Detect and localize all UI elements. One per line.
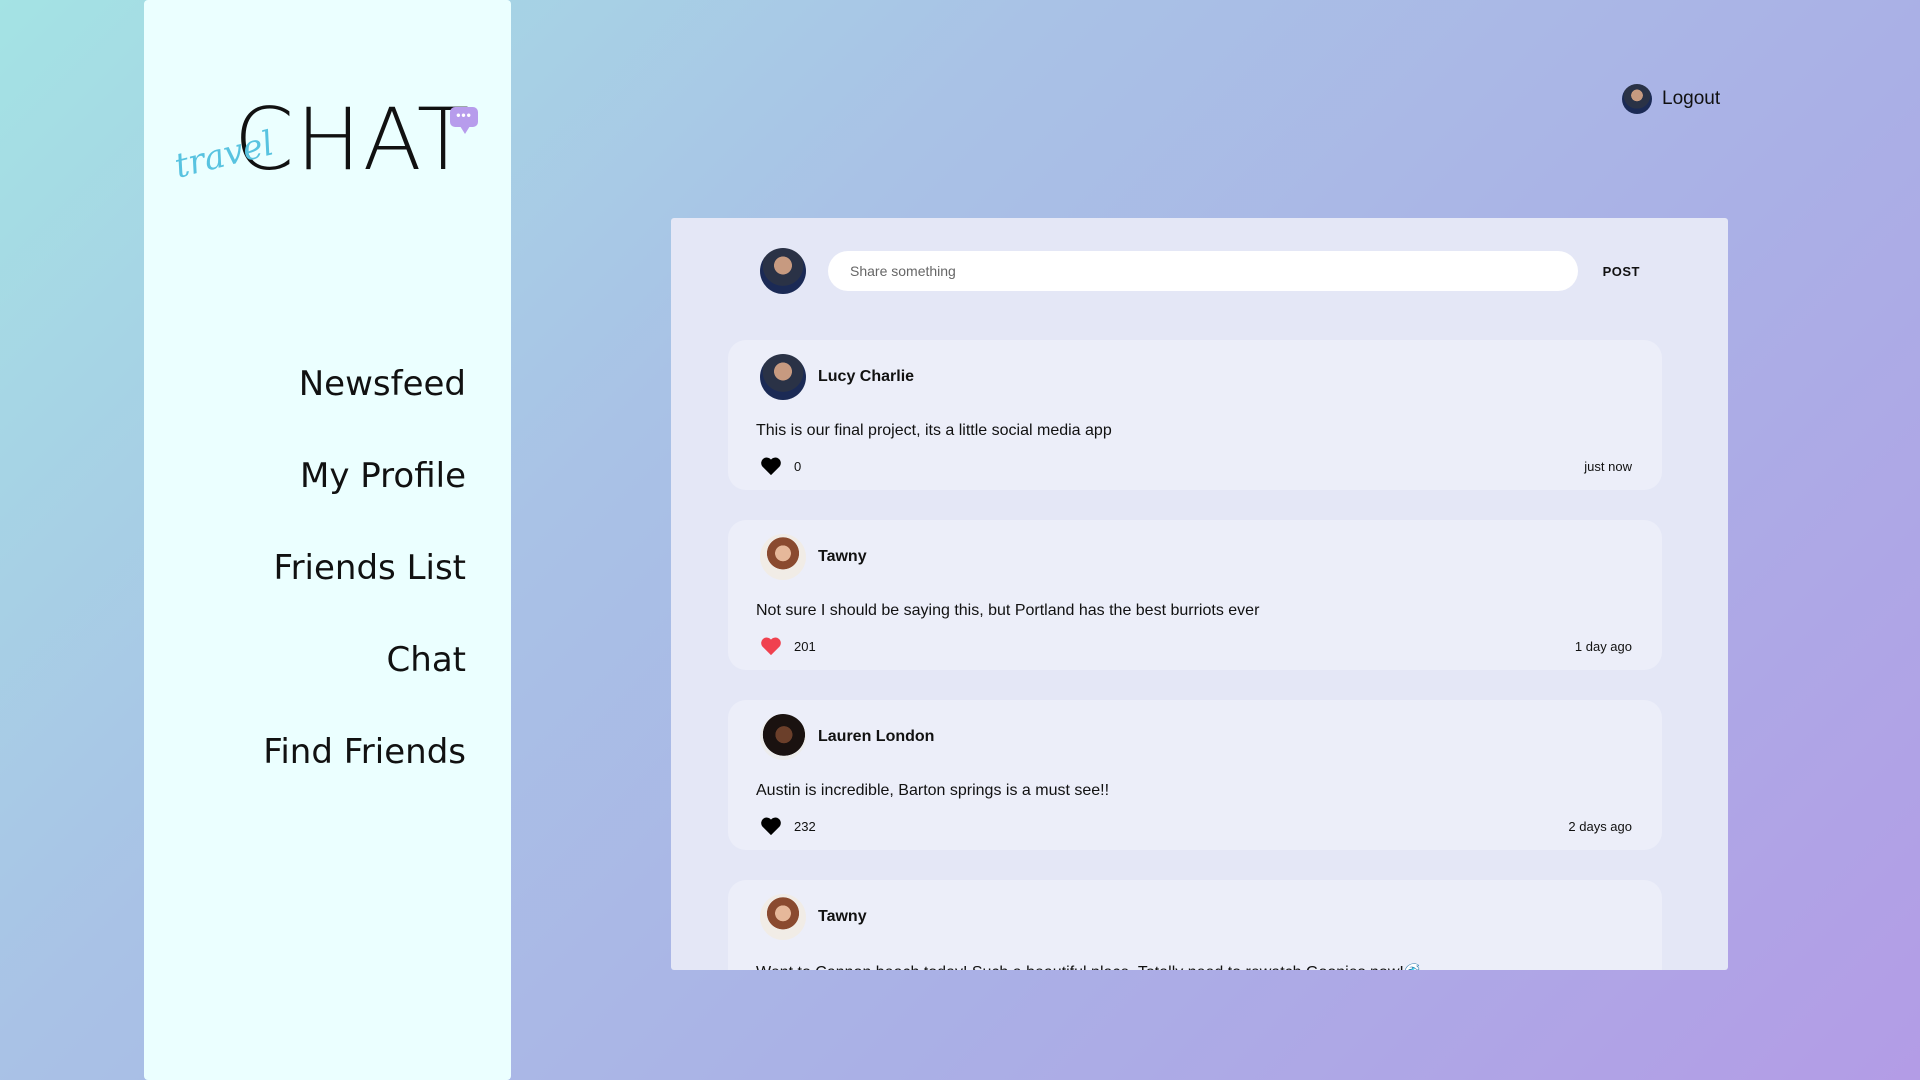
post-button[interactable]: POST bbox=[1603, 264, 1640, 279]
nav-my-profile[interactable]: My Profile bbox=[263, 452, 466, 544]
post-header: Lauren London bbox=[760, 714, 934, 760]
post-card: Lucy Charlie This is our final project, … bbox=[728, 340, 1662, 490]
logout-label: Logout bbox=[1662, 88, 1721, 109]
logout-button[interactable]: Logout bbox=[1622, 83, 1720, 115]
author-name[interactable]: Lucy Charlie bbox=[818, 368, 914, 386]
post-header: Tawny bbox=[760, 894, 867, 940]
nav-newsfeed[interactable]: Newsfeed bbox=[263, 360, 466, 452]
like-count: 201 bbox=[794, 638, 816, 654]
post-footer: 232 2 days ago bbox=[760, 816, 1632, 836]
chat-bubble-dots: ••• bbox=[456, 108, 472, 122]
chat-bubble-icon: ••• bbox=[450, 107, 478, 134]
author-avatar[interactable] bbox=[760, 714, 806, 760]
post-composer: POST bbox=[760, 248, 1640, 294]
post-text: Went to Cannon beach today! Such a beaut… bbox=[756, 962, 1424, 970]
post-text: Not sure I should be saying this, but Po… bbox=[756, 602, 1260, 619]
author-avatar[interactable] bbox=[760, 354, 806, 400]
post-footer: 201 1 day ago bbox=[760, 636, 1632, 656]
post-card: Lauren London Austin is incredible, Bart… bbox=[728, 700, 1662, 850]
heart-icon[interactable] bbox=[760, 636, 782, 656]
nav-friends-list[interactable]: Friends List bbox=[263, 544, 466, 636]
post-header: Tawny bbox=[760, 534, 867, 580]
post-time: 1 day ago bbox=[1574, 638, 1632, 654]
sidebar-nav: Newsfeed My Profile Friends List Chat Fi… bbox=[263, 360, 466, 820]
author-name[interactable]: Tawny bbox=[818, 548, 867, 566]
heart-icon[interactable] bbox=[760, 816, 782, 836]
nav-find-friends[interactable]: Find Friends bbox=[263, 728, 466, 820]
author-avatar[interactable] bbox=[760, 534, 806, 580]
nav-chat[interactable]: Chat bbox=[263, 636, 466, 728]
travel-chat-logo[interactable]: CHAT travel ••• bbox=[171, 95, 494, 187]
user-avatar bbox=[1622, 84, 1652, 114]
like-count: 232 bbox=[794, 818, 816, 834]
post-card: Tawny Not sure I should be saying this, … bbox=[728, 520, 1662, 670]
post-text: This is our final project, its a little … bbox=[756, 422, 1112, 439]
post-text: Austin is incredible, Barton springs is … bbox=[756, 782, 1110, 799]
post-card: Tawny Went to Cannon beach today! Such a… bbox=[728, 880, 1662, 970]
author-avatar[interactable] bbox=[760, 894, 806, 940]
post-header: Lucy Charlie bbox=[760, 354, 914, 400]
share-input[interactable] bbox=[828, 251, 1578, 291]
author-name[interactable]: Tawny bbox=[818, 908, 867, 926]
heart-icon[interactable] bbox=[760, 456, 782, 476]
post-footer: 0 just now bbox=[760, 456, 1632, 476]
post-time: 2 days ago bbox=[1568, 818, 1632, 834]
author-name[interactable]: Lauren London bbox=[818, 728, 934, 746]
like-count: 0 bbox=[794, 458, 802, 474]
newsfeed-panel: POST Lucy Charlie This is our final proj… bbox=[671, 218, 1728, 970]
sidebar: CHAT travel ••• Newsfeed My Profile Frie… bbox=[144, 0, 511, 1080]
post-time: just now bbox=[1584, 458, 1632, 474]
composer-avatar bbox=[760, 248, 806, 294]
